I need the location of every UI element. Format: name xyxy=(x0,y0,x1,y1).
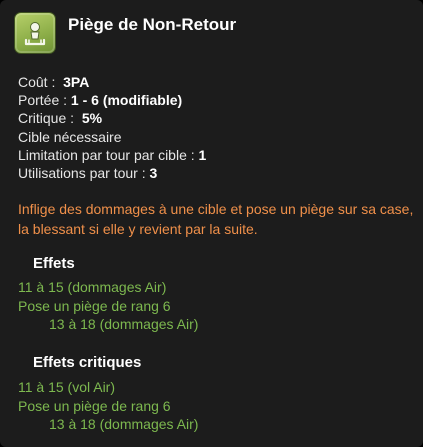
stat-critical-label: Critique : xyxy=(18,110,75,127)
effect-line-sub: 13 à 18 (dommages Air) xyxy=(49,316,199,333)
stat-critical-value: 5% xyxy=(81,110,103,127)
stat-uses-per-turn-label: Utilisations par tour : xyxy=(18,165,146,182)
effects-heading: Effets xyxy=(33,255,75,272)
spell-header: Piège de Non-Retour xyxy=(14,12,236,54)
critical-effects-heading: Effets critiques xyxy=(33,354,142,371)
stat-range-label: Portée : xyxy=(18,92,68,109)
trap-spell-glyph xyxy=(24,22,46,46)
effect-line: Pose un piège de rang 6 xyxy=(18,297,171,314)
critical-effect-line: 11 à 15 (vol Air) xyxy=(18,379,116,395)
stat-limit-per-target-value: 1 xyxy=(198,146,207,163)
stat-cost-label: Coût : xyxy=(18,74,56,90)
effect-line: 11 à 15 (dommages Air) xyxy=(18,279,167,295)
spell-tooltip: Piège de Non-Retour Coût : 3PA Portée : … xyxy=(0,0,423,447)
stat-uses-per-turn: Utilisations par tour : 3 xyxy=(18,164,206,182)
critical-effect-line-sub: 13 à 18 (dommages Air) xyxy=(49,416,199,433)
stat-range: Portée : 1 - 6 (modifiable) xyxy=(18,91,206,109)
critical-effects-list: 11 à 15 (vol Air) Pose un piège de rang … xyxy=(18,378,198,434)
stat-critical: Critique : 5% xyxy=(18,109,206,127)
stat-limit-per-target: Limitation par tour par cible : 1 xyxy=(18,146,206,164)
trap-spell-icon xyxy=(14,12,56,54)
critical-effect-line: Pose un piège de rang 6 xyxy=(18,397,171,414)
stat-target-required-label: Cible nécessaire xyxy=(18,128,122,145)
stat-target-required: Cible nécessaire xyxy=(18,128,206,146)
spell-description: Inflige des dommages à une cible et pose… xyxy=(18,201,414,237)
stat-cost: Coût : 3PA xyxy=(18,73,206,91)
spell-stats: Coût : 3PA Portée : 1 - 6 (modifiable) C… xyxy=(18,73,206,182)
spell-title: Piège de Non-Retour xyxy=(68,15,237,34)
stat-range-value: 1 - 6 (modifiable) xyxy=(70,92,183,109)
stat-cost-value: 3PA xyxy=(63,74,90,90)
stat-limit-per-target-label: Limitation par tour par cible : xyxy=(18,146,195,163)
effects-list: 11 à 15 (dommages Air) Pose un piège de … xyxy=(18,278,198,334)
stat-uses-per-turn-value: 3 xyxy=(149,165,158,182)
